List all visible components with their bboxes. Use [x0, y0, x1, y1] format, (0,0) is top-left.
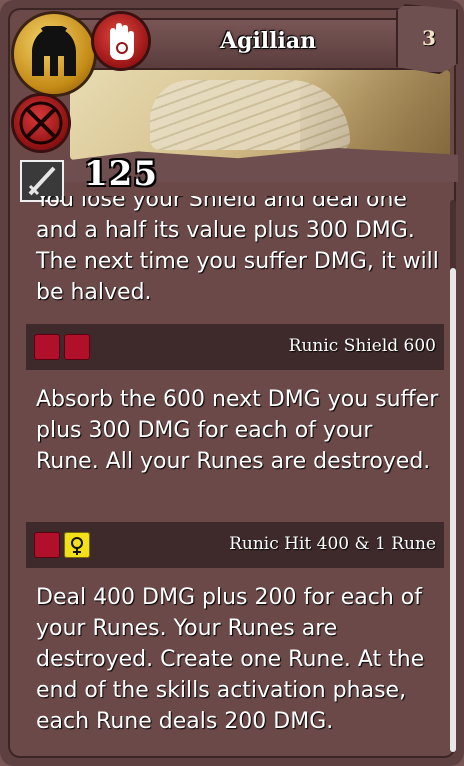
scrollbar-thumb[interactable]	[450, 268, 456, 752]
card-level: 3	[422, 26, 436, 50]
crossed-swords-glyph	[19, 101, 63, 145]
crossed-swords-icon[interactable]	[14, 96, 68, 150]
sun-glyph	[71, 537, 83, 555]
skill-description: Deal 400 DMG plus 200 for each of your R…	[36, 585, 425, 734]
sword-glyph	[28, 166, 56, 196]
skill-name: Runic Shield 600	[288, 336, 436, 356]
hand-glyph	[110, 23, 134, 60]
card-name: Agillian	[220, 28, 317, 54]
yellow-rune-icon	[64, 532, 90, 558]
hand-icon[interactable]	[94, 14, 148, 68]
red-rune-icon	[64, 334, 90, 360]
skill-name: Runic Hit 400 & 1 Rune	[229, 534, 436, 554]
skill-description: You lose your Shield and deal one and a …	[36, 196, 439, 305]
power-value: 125	[84, 154, 158, 194]
artwork-shade	[300, 70, 450, 160]
skill-description: Absorb the 600 next DMG you suffer plus …	[36, 387, 439, 474]
red-rune-icon	[34, 532, 60, 558]
character-card: Agillian 3 125 You lose your Shield and …	[0, 0, 464, 766]
red-rune-icon	[34, 334, 60, 360]
spartan-helmet-icon[interactable]	[14, 14, 94, 94]
skill-header-runic-hit: Runic Hit 400 & 1 Rune	[26, 522, 444, 568]
skills-scroll-area[interactable]: You lose your Shield and deal one and a …	[26, 196, 444, 752]
spartan-helmet-glyph	[32, 26, 76, 76]
skill-header-runic-shield: Runic Shield 600	[26, 324, 444, 370]
